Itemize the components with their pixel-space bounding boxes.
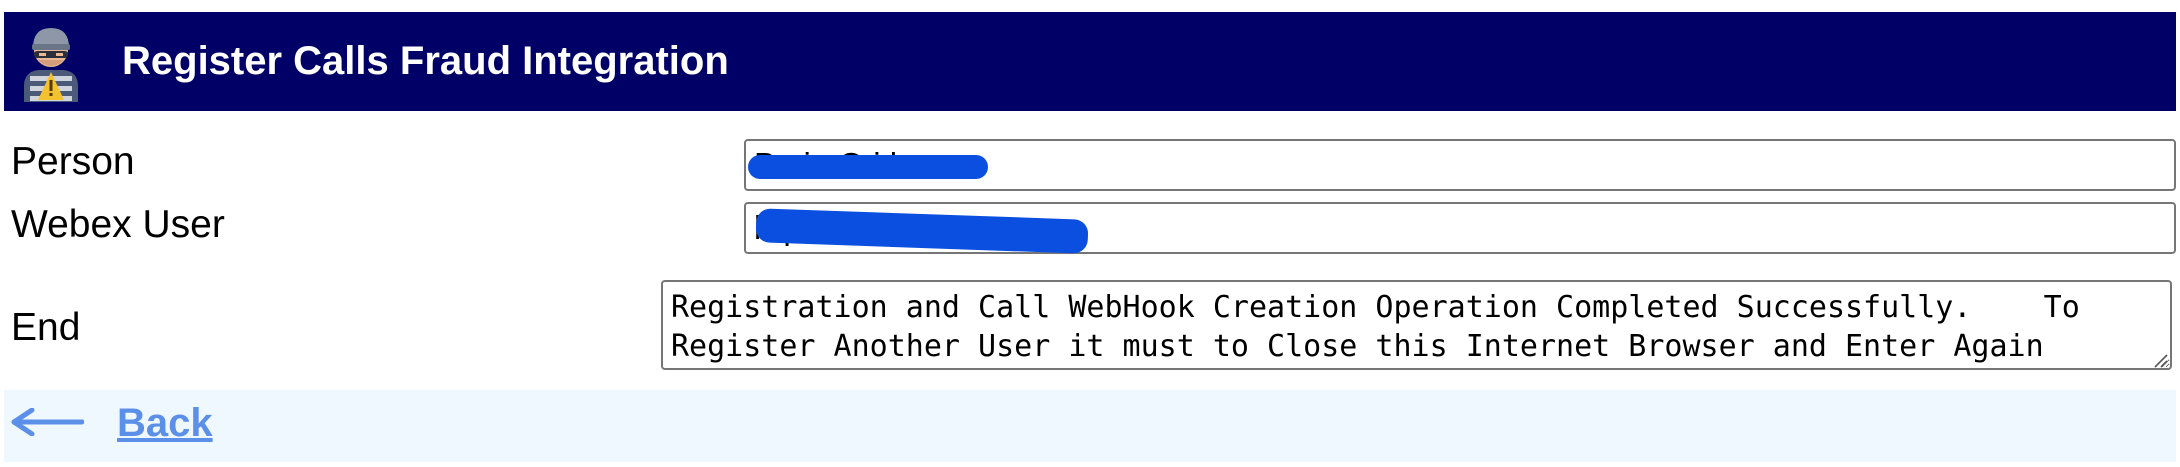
page: Register Calls Fraud Integration Person … xyxy=(0,0,2180,467)
back-link[interactable]: Back xyxy=(117,401,213,446)
page-title: Register Calls Fraud Integration xyxy=(122,39,729,83)
person-field[interactable] xyxy=(744,139,2176,191)
fraud-thief-icon xyxy=(24,28,78,102)
resize-grip-icon[interactable] xyxy=(2152,352,2168,368)
result-message-textarea[interactable]: Registration and Call WebHook Creation O… xyxy=(661,280,2172,370)
app-header: Register Calls Fraud Integration xyxy=(4,12,2176,111)
arrow-left-icon[interactable] xyxy=(8,408,84,436)
person-label: Person xyxy=(11,140,135,183)
webex-user-field[interactable] xyxy=(744,202,2176,254)
webex-user-label: Webex User xyxy=(11,203,225,246)
footer-bar xyxy=(4,390,2176,462)
end-label: End xyxy=(11,306,81,349)
